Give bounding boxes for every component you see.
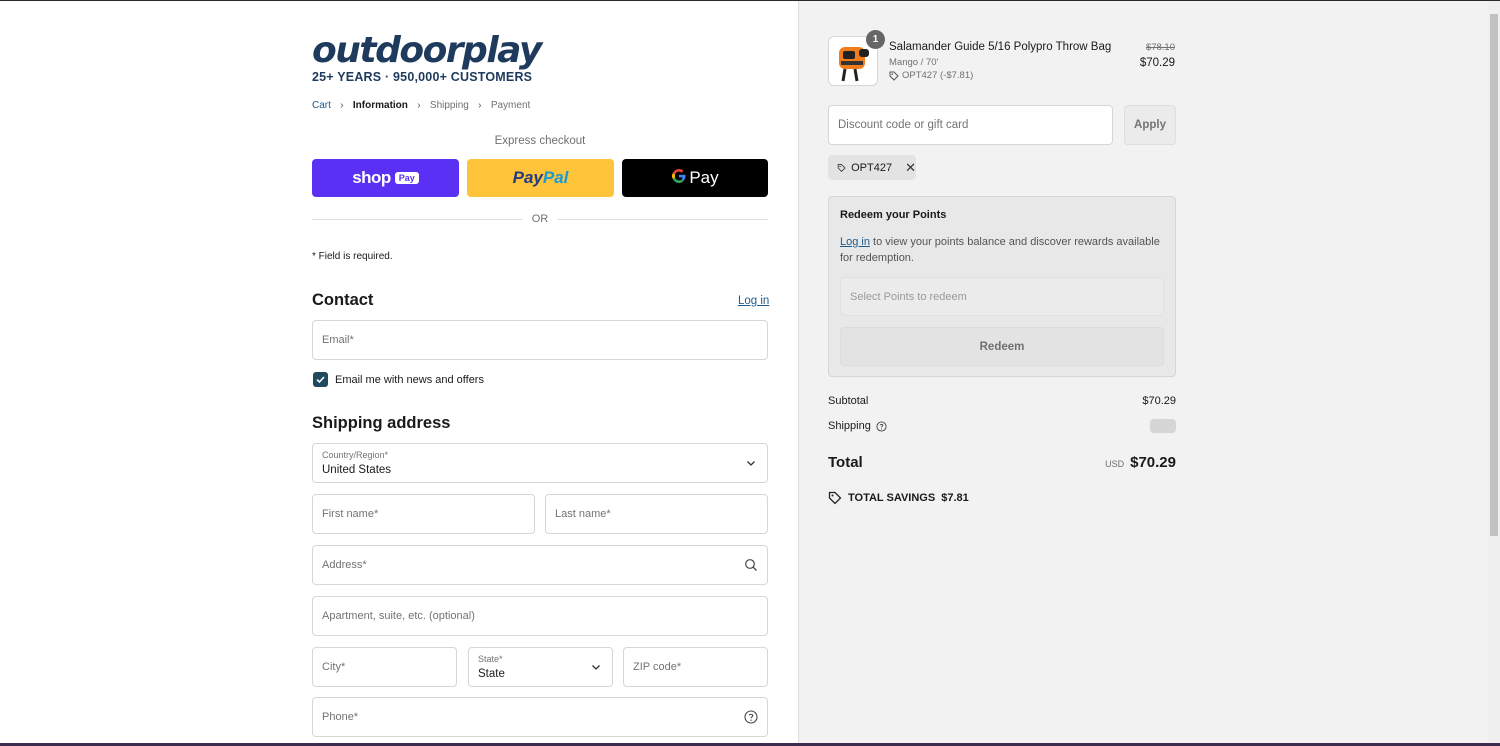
newsletter-checkbox[interactable] xyxy=(313,372,328,387)
shipping-heading: Shipping address xyxy=(312,414,451,432)
tag-icon xyxy=(837,163,846,172)
country-select[interactable]: Country/Region* United States xyxy=(312,443,768,483)
newsletter-label: Email me with news and offers xyxy=(335,373,484,386)
savings-value: $7.81 xyxy=(941,492,969,504)
required-note: * Field is required. xyxy=(312,251,393,262)
original-price: $78.10 xyxy=(1145,42,1175,53)
newsletter-option[interactable]: Email me with news and offers xyxy=(313,372,484,387)
state-label: State* xyxy=(478,654,503,664)
contact-heading: Contact xyxy=(312,291,374,309)
points-select-placeholder: Select Points to redeem xyxy=(850,291,967,303)
redeem-points-panel: Redeem your Points Log in to view your p… xyxy=(828,196,1176,377)
apartment-field[interactable]: Apartment, suite, etc. (optional) xyxy=(312,596,768,636)
email-field[interactable]: Email* xyxy=(312,320,768,360)
state-select[interactable]: State* State xyxy=(468,647,613,687)
shop-pay-word: shop xyxy=(352,168,391,187)
breadcrumb-payment: Payment xyxy=(490,100,531,111)
points-select[interactable]: Select Points to redeem xyxy=(840,277,1164,316)
phone-field[interactable]: Phone* xyxy=(312,697,768,737)
applied-discount-chip: OPT427 ✕ xyxy=(828,155,916,180)
subtotal-row: Subtotal $70.29 xyxy=(828,395,1176,407)
quantity-badge: 1 xyxy=(866,30,885,49)
google-g-icon xyxy=(671,168,687,189)
state-value: State xyxy=(478,668,505,680)
discount-code-input[interactable]: Discount code or gift card xyxy=(828,105,1113,145)
first-name-field[interactable]: First name* xyxy=(312,494,535,534)
paypal-word-pay: Pay xyxy=(512,168,543,187)
google-pay-button[interactable]: Pay xyxy=(622,159,768,197)
shipping-label: Shipping xyxy=(828,420,871,432)
total-savings: TOTAL SAVINGS $7.81 xyxy=(828,491,969,505)
phone-placeholder: Phone* xyxy=(322,711,359,723)
redeem-description-text: to view your points balance and discover… xyxy=(840,236,1160,264)
first-name-placeholder: First name* xyxy=(322,508,379,520)
product-name: Salamander Guide 5/16 Polypro Throw Bag xyxy=(889,41,1112,53)
shop-pay-badge: Pay xyxy=(394,172,419,184)
tag-icon xyxy=(889,71,899,81)
apply-button[interactable]: Apply xyxy=(1124,105,1176,145)
redeem-title: Redeem your Points xyxy=(840,209,947,221)
item-price: $70.29 xyxy=(1139,57,1175,69)
shipping-row: Shipping xyxy=(828,419,1176,433)
address-placeholder: Address* xyxy=(322,559,367,571)
contact-login-link[interactable]: Log in xyxy=(738,295,769,307)
tag-icon xyxy=(828,491,842,505)
redeem-description: Log in to view your points balance and d… xyxy=(840,234,1170,266)
zip-field[interactable]: ZIP code* xyxy=(623,647,768,687)
country-label: Country/Region* xyxy=(322,450,389,460)
chevron-down-icon xyxy=(744,456,758,470)
total-value: $70.29 xyxy=(1130,454,1176,471)
applied-discount-code: OPT427 xyxy=(851,161,893,174)
checkmark-icon xyxy=(316,376,325,384)
or-divider: OR xyxy=(312,212,768,226)
zip-placeholder: ZIP code* xyxy=(633,661,682,673)
express-checkout-label: Express checkout xyxy=(494,135,586,147)
subtotal-label: Subtotal xyxy=(828,395,869,407)
scrollbar-thumb[interactable] xyxy=(1490,14,1498,536)
chevron-right-icon: › xyxy=(340,100,344,111)
or-label: OR xyxy=(531,213,549,225)
savings-label: TOTAL SAVINGS xyxy=(848,492,936,504)
product-discount-text: OPT427 (-$7.81) xyxy=(902,70,974,81)
breadcrumb: Cart › Information › Shipping › Payment xyxy=(312,100,530,111)
brand-name: outdoorplay xyxy=(312,30,542,71)
currency-code: USD xyxy=(1105,459,1125,469)
product-variant: Mango / 70' xyxy=(889,57,939,68)
help-circle-icon[interactable] xyxy=(744,710,758,724)
email-placeholder: Email* xyxy=(322,334,354,346)
city-field[interactable]: City* xyxy=(312,647,457,687)
remove-discount-icon[interactable]: ✕ xyxy=(905,160,916,176)
paypal-button[interactable]: Pay Pal xyxy=(467,159,614,197)
subtotal-value: $70.29 xyxy=(1142,395,1176,407)
breadcrumb-cart[interactable]: Cart xyxy=(312,100,331,111)
apartment-placeholder: Apartment, suite, etc. (optional) xyxy=(322,610,475,622)
redeem-login-link[interactable]: Log in xyxy=(840,236,870,248)
address-field[interactable]: Address* xyxy=(312,545,768,585)
help-circle-icon[interactable] xyxy=(876,420,887,432)
breadcrumb-shipping: Shipping xyxy=(429,100,469,111)
search-icon xyxy=(744,558,758,572)
shop-pay-button[interactable]: shop Pay xyxy=(312,159,459,197)
chevron-down-icon xyxy=(589,660,603,674)
breadcrumb-information: Information xyxy=(352,100,408,111)
shipping-value-placeholder xyxy=(1150,419,1176,433)
last-name-placeholder: Last name* xyxy=(555,508,611,520)
gpay-word: Pay xyxy=(689,168,719,187)
last-name-field[interactable]: Last name* xyxy=(545,494,768,534)
discount-placeholder: Discount code or gift card xyxy=(838,119,969,131)
total-label: Total xyxy=(828,454,863,471)
redeem-button[interactable]: Redeem xyxy=(840,327,1164,366)
paypal-word-pal: Pal xyxy=(542,168,569,187)
chevron-right-icon: › xyxy=(478,100,482,111)
total-row: Total USD $70.29 xyxy=(828,454,1176,471)
product-discount: OPT427 (-$7.81) xyxy=(889,70,973,81)
brand-logo[interactable]: outdoorplay 25+ YEARS · 950,000+ CUSTOME… xyxy=(312,30,542,85)
chevron-right-icon: › xyxy=(417,100,421,111)
city-placeholder: City* xyxy=(322,661,346,673)
brand-tagline: 25+ YEARS · 950,000+ CUSTOMERS xyxy=(312,70,533,84)
country-value: United States xyxy=(322,464,392,476)
